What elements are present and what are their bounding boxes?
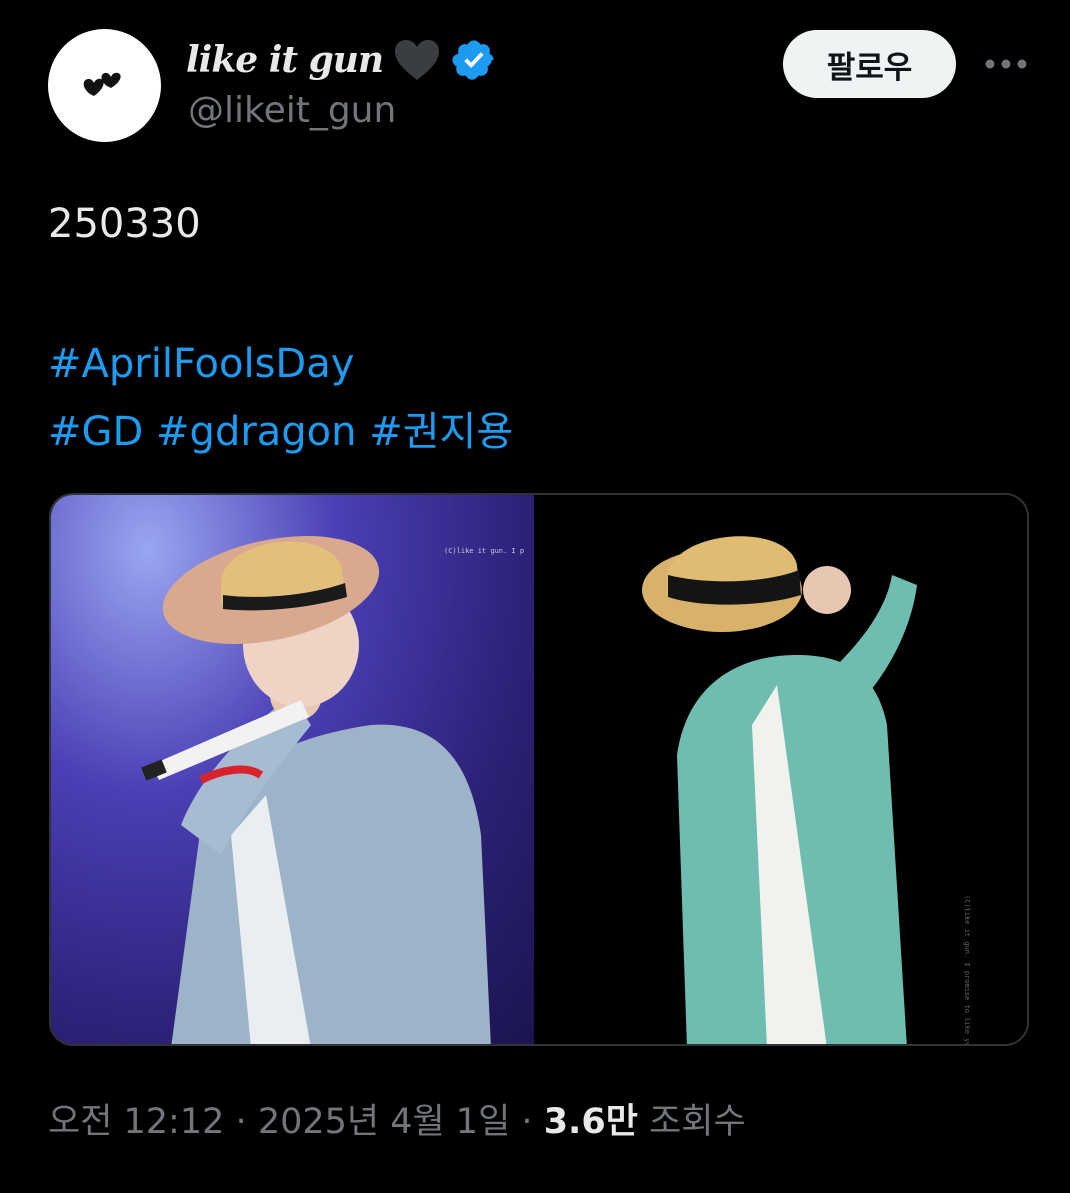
- display-name[interactable]: like it gun: [186, 39, 384, 81]
- black-heart-icon: [395, 40, 440, 80]
- tweet-date-line: 250330: [48, 201, 201, 247]
- hashtag-link[interactable]: #권지용: [369, 409, 513, 455]
- hashtag-line-2: #GD #gdragon #권지용: [48, 398, 1008, 466]
- two-black-hearts-icon: [83, 72, 121, 96]
- user-handle[interactable]: @likeit_gun: [188, 90, 396, 131]
- meta-separator: ·: [235, 1102, 247, 1142]
- tweet-text: 250330 #AprilFoolsDay #GD #gdragon #권지용: [48, 190, 1008, 466]
- more-button[interactable]: [984, 52, 1028, 76]
- more-horizontal-icon: [985, 59, 1027, 69]
- hashtag-line-1: #AprilFoolsDay: [48, 330, 1008, 398]
- hashtag-link[interactable]: #gdragon: [156, 409, 356, 455]
- tweet-date[interactable]: 2025년 4월 1일: [258, 1102, 510, 1142]
- display-name-row[interactable]: like it gun: [186, 30, 497, 90]
- hashtag-link[interactable]: #GD: [48, 409, 143, 455]
- photo-watermark-vertical: (C)like it gun. I promise to like you: [963, 895, 971, 1044]
- tweet-time[interactable]: 오전 12:12: [48, 1102, 224, 1142]
- avatar[interactable]: [48, 29, 161, 142]
- hashtag-link[interactable]: #AprilFoolsDay: [48, 341, 354, 387]
- photo-performer-hat[interactable]: (C)like it gun. I promise to like you: [533, 495, 1027, 1044]
- follow-button[interactable]: 팔로우: [783, 30, 956, 98]
- tweet-meta: 오전 12:12 · 2025년 4월 1일 · 3.6만 조회수: [48, 1093, 746, 1144]
- photo-performer-singing[interactable]: (C)like it gun. I p: [51, 495, 534, 1044]
- performer-illustration-right: (C)like it gun. I promise to like you: [641, 536, 971, 1044]
- views-count[interactable]: 3.6만: [544, 1102, 638, 1142]
- views-label: 조회수: [649, 1102, 746, 1142]
- meta-separator: ·: [521, 1102, 533, 1142]
- photo-watermark: (C)like it gun. I p: [444, 547, 524, 555]
- performer-illustration-left: (C)like it gun. I p: [141, 536, 524, 1044]
- media-gallery[interactable]: (C)like it gun. I p (C)like it gun. I pr…: [49, 493, 1029, 1046]
- verified-badge-icon: [452, 40, 494, 80]
